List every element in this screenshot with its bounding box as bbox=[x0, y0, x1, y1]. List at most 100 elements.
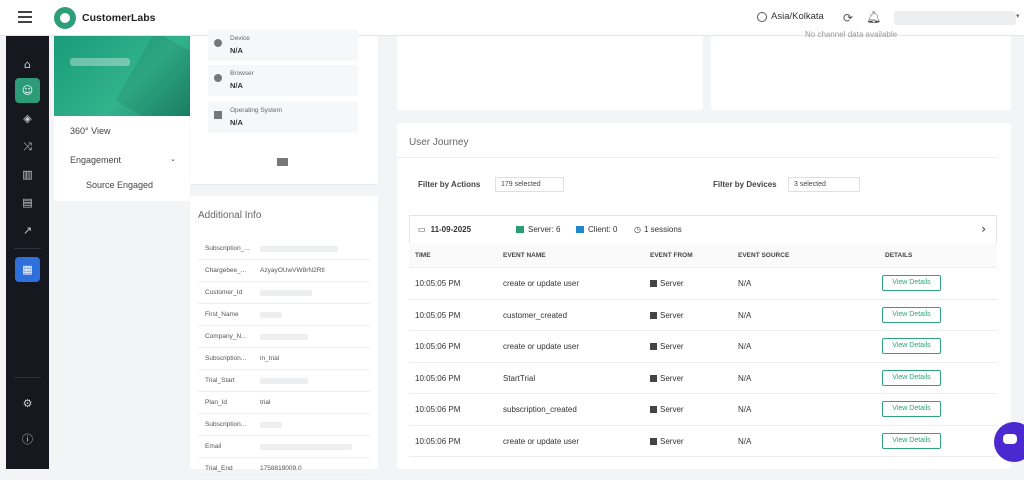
refresh-icon[interactable]: ⟳ bbox=[843, 11, 853, 25]
info-row: Trial_Start bbox=[198, 370, 370, 392]
document-icon[interactable]: ▤ bbox=[15, 190, 40, 215]
table-row: 10:05:06 PM create or update user Server… bbox=[409, 426, 997, 457]
info-key: Trial_Start bbox=[205, 377, 235, 384]
table-row: 10:05:06 PM subscription_created Server … bbox=[409, 394, 997, 426]
event-source: N/A bbox=[738, 436, 752, 446]
chart-icon[interactable]: ▥ bbox=[15, 162, 40, 187]
brand-name: CustomerLabs bbox=[82, 12, 156, 24]
server-icon bbox=[650, 406, 657, 413]
chevron-right-icon[interactable]: › bbox=[981, 222, 986, 236]
clock-icon: ◷ bbox=[634, 225, 641, 234]
info-value: in_trial bbox=[260, 355, 280, 362]
sidebar-divider bbox=[14, 377, 41, 378]
server-icon bbox=[650, 374, 657, 382]
info-value: AzyayOUwVW8rN2Rtl bbox=[260, 267, 325, 274]
event-source: N/A bbox=[738, 405, 752, 414]
event-from-label: Server bbox=[660, 405, 684, 414]
tab-source-engaged[interactable]: Source Engaged bbox=[86, 180, 153, 190]
view-details-button[interactable]: View Details bbox=[882, 306, 941, 323]
device-info-card: Device N/A Browser N/A Operating System … bbox=[190, 30, 378, 184]
top-card-right: No channel data available bbox=[711, 30, 1011, 110]
info-row: First_Name bbox=[198, 304, 370, 326]
event-time: 10:05:06 PM bbox=[415, 373, 461, 383]
event-time: 10:05:06 PM bbox=[415, 436, 461, 446]
divider bbox=[397, 157, 997, 158]
info-row: Company_N... bbox=[198, 326, 370, 348]
layers-icon[interactable]: ◈ bbox=[15, 106, 40, 131]
chevron-down-icon[interactable]: ⌄ bbox=[170, 155, 176, 163]
column-event-source: EVENT SOURCE bbox=[738, 252, 790, 259]
profile-name-redacted bbox=[70, 58, 130, 66]
os-row: Operating System N/A bbox=[208, 102, 358, 133]
filter-devices-select[interactable]: 3 selected bbox=[788, 177, 860, 192]
timezone-selector[interactable]: Asia/Kolkata bbox=[757, 11, 824, 22]
timezone-label: Asia/Kolkata bbox=[771, 11, 824, 22]
session-header[interactable]: ▭ 11-09-2025 Server: 6 Client: 0 ◷ 1 ses… bbox=[409, 215, 997, 243]
brand-logo[interactable]: CustomerLabs bbox=[54, 7, 156, 29]
table-row: 10:05:05 PM create or update user Server… bbox=[409, 268, 997, 300]
column-event-name: EVENT NAME bbox=[503, 252, 546, 259]
sidebar: ⌂ ☺ ◈ ⤨ ▥ ▤ ↗ ▦ ⚙ ⓘ bbox=[6, 36, 49, 469]
info-key: Plan_Id bbox=[205, 399, 228, 406]
event-from: Server bbox=[650, 374, 684, 383]
home-icon[interactable]: ⌂ bbox=[15, 52, 40, 77]
event-from-label: Server bbox=[660, 436, 684, 446]
server-icon bbox=[650, 311, 657, 319]
no-channel-text: No channel data available bbox=[805, 30, 898, 39]
redacted-value bbox=[260, 290, 312, 296]
info-key: Subscription... bbox=[205, 421, 247, 428]
event-name: create or update user bbox=[503, 436, 580, 446]
info-key: Subscription... bbox=[205, 355, 247, 362]
session-date-label: 11-09-2025 bbox=[430, 225, 472, 234]
help-icon[interactable]: ⓘ bbox=[15, 426, 40, 451]
filter-actions-select[interactable]: 179 selected bbox=[495, 177, 564, 192]
shuffle-icon[interactable]: ⤨ bbox=[15, 134, 40, 159]
profile-banner bbox=[54, 36, 190, 116]
calendar-icon: ▭ bbox=[418, 225, 426, 234]
bell-icon[interactable]: 🔔︎ bbox=[866, 10, 881, 24]
event-name: customer_created bbox=[503, 310, 568, 320]
server-icon bbox=[650, 437, 657, 445]
redacted-value bbox=[260, 246, 338, 252]
info-row: Subscription_... bbox=[198, 238, 370, 260]
users-icon[interactable]: ☺ bbox=[15, 78, 40, 103]
gear-icon[interactable]: ⚙ bbox=[15, 391, 40, 416]
view-details-button[interactable]: View Details bbox=[882, 275, 941, 291]
event-time: 10:05:06 PM bbox=[415, 342, 461, 351]
info-key: Email bbox=[205, 443, 222, 450]
event-source: N/A bbox=[738, 342, 752, 351]
view-details-button[interactable]: View Details bbox=[882, 401, 941, 417]
view-details-button[interactable]: View Details bbox=[882, 369, 941, 386]
client-count-label: Client: 0 bbox=[588, 225, 618, 234]
filter-actions-label: Filter by Actions bbox=[418, 180, 481, 189]
os-label: Operating System bbox=[230, 107, 283, 114]
view-details-button[interactable]: View Details bbox=[882, 338, 941, 354]
os-icon bbox=[214, 111, 222, 119]
view-details-button[interactable]: View Details bbox=[882, 432, 941, 449]
info-row: Subscription... bbox=[198, 414, 370, 436]
menu-icon[interactable] bbox=[18, 11, 32, 23]
event-name: create or update user bbox=[503, 342, 580, 351]
event-from-label: Server bbox=[660, 310, 684, 320]
event-from: Server bbox=[650, 405, 684, 414]
session-date: ▭ 11-09-2025 bbox=[418, 225, 471, 234]
user-journey-title: User Journey bbox=[409, 137, 469, 148]
column-time: TIME bbox=[415, 252, 431, 259]
redacted-value bbox=[260, 334, 308, 340]
info-key: First_Name bbox=[205, 311, 239, 318]
tab-engagement[interactable]: Engagement bbox=[70, 155, 121, 165]
server-count: Server: 6 bbox=[516, 225, 560, 234]
tab-360-view[interactable]: 360° View bbox=[70, 126, 110, 136]
column-details: DETAILS bbox=[885, 252, 913, 259]
event-time: 10:05:05 PM bbox=[415, 279, 461, 288]
mail-icon[interactable] bbox=[277, 158, 288, 166]
user-account-menu[interactable] bbox=[894, 11, 1016, 25]
info-value: trial bbox=[260, 399, 271, 406]
os-value: N/A bbox=[230, 118, 243, 127]
trend-icon[interactable]: ↗ bbox=[15, 218, 40, 243]
redacted-value bbox=[260, 312, 282, 318]
grid-icon[interactable]: ▦ bbox=[15, 257, 40, 282]
client-count: Client: 0 bbox=[576, 225, 617, 234]
chevron-down-icon[interactable]: ▾ bbox=[1016, 12, 1020, 20]
user-journey-card: User Journey Filter by Actions 179 selec… bbox=[397, 123, 1011, 469]
